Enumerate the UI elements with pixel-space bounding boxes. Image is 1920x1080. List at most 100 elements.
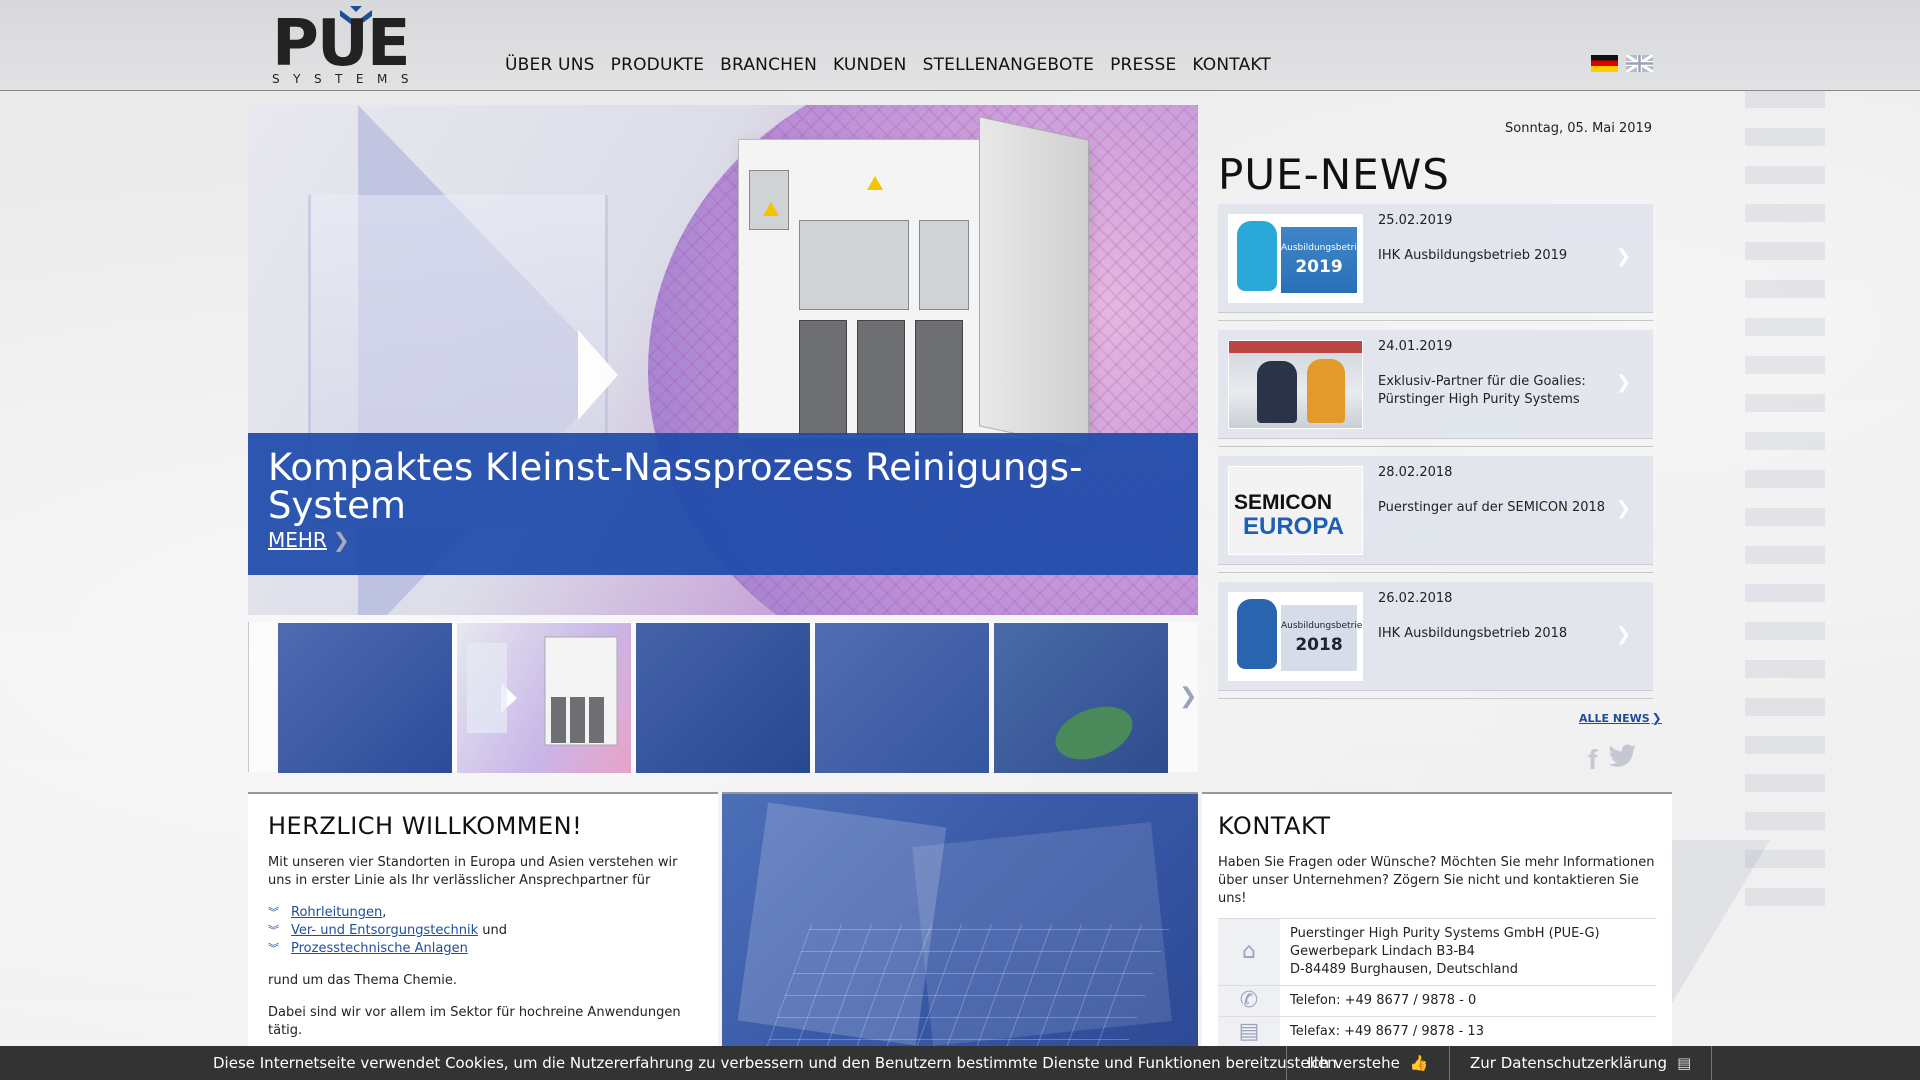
thumbnails-next-icon[interactable]: ❯: [1179, 684, 1197, 709]
background-stripes: [1745, 90, 1825, 910]
brochure-image: [722, 792, 1198, 1080]
phone-icon: ✆: [1218, 986, 1280, 1016]
news-item[interactable]: SEMICON EUROPA 28.02.2018 Puerstinger au…: [1218, 456, 1653, 573]
machine-cabinet-1: [799, 320, 847, 435]
social-links: f: [1588, 744, 1637, 777]
address-line-3: D-84489 Burghausen, Deutschland: [1290, 962, 1519, 977]
news-thumb-ihk-2019: Ausbildungsbetrieb 2019: [1228, 214, 1363, 303]
privacy-policy-label: Zur Datenschutzerklärung: [1470, 1054, 1668, 1072]
thumbnail-overlay: [278, 623, 452, 773]
thumbs-up-icon: [1237, 221, 1277, 291]
thumbnail-1[interactable]: [278, 623, 452, 773]
hero-more-link[interactable]: MEHR: [268, 528, 327, 552]
machine-window: [799, 220, 909, 310]
machine-window-right: [919, 220, 969, 310]
machine-cabinet-2: [857, 320, 905, 435]
thumbnail-overlay: [636, 623, 810, 773]
thumbs-up-icon: [1237, 599, 1277, 669]
nav-stellenangebote[interactable]: STELLENANGEBOTE: [923, 55, 1094, 75]
hero-machine-image: [738, 116, 1089, 450]
contact-title: KONTAKT: [1218, 812, 1331, 840]
welcome-intro: Mit unseren vier Standorten in Europa un…: [268, 855, 678, 888]
news-item[interactable]: Ausbildungsbetrieb 2019 25.02.2019 IHK Au…: [1218, 204, 1653, 321]
list-item: ︾ Ver- und Entsorgungstechnik und: [268, 922, 698, 940]
twitter-icon[interactable]: [1607, 744, 1637, 777]
contact-section: KONTAKT Haben Sie Fragen oder Wünsche? M…: [1202, 792, 1672, 1080]
news-date: 24.01.2019: [1378, 339, 1453, 354]
address-line-2: Gewerbepark Lindach B3-B4: [1290, 944, 1475, 959]
europa-logo-text: EUROPA: [1243, 513, 1344, 540]
news-date: 28.02.2018: [1378, 465, 1453, 480]
cookie-accept-label: Ich verstehe: [1307, 1054, 1400, 1072]
main-nav: ÜBER UNS PRODUKTE BRANCHEN KUNDEN STELLE…: [505, 55, 1287, 75]
semicon-logo-text: SEMICON: [1234, 491, 1333, 514]
cookie-banner: Diese Internetseite verwendet Cookies, u…: [0, 1046, 1920, 1080]
chevron-right-icon: ❯: [1615, 246, 1631, 267]
cookie-accept-button[interactable]: Ich verstehe 👍: [1286, 1046, 1449, 1080]
chevron-right-icon: ❯: [1615, 498, 1631, 519]
phone-number[interactable]: Telefon: +49 8677 / 9878 - 0: [1290, 992, 1656, 1010]
uk-flag-graphic: [1626, 55, 1653, 72]
thumbnail-3[interactable]: [636, 623, 810, 773]
de-flag-icon[interactable]: [1591, 55, 1618, 72]
contact-intro: Haben Sie Fragen oder Wünsche? Möchten S…: [1218, 855, 1655, 906]
link-suffix: und: [478, 923, 507, 938]
nav-uber-uns[interactable]: ÜBER UNS: [505, 55, 595, 75]
document-icon: ▤: [1677, 1054, 1692, 1072]
home-icon: ⌂: [1218, 919, 1280, 985]
welcome-para-2: rund um das Thema Chemie.: [268, 973, 458, 988]
thumbs-up-icon: 👍: [1409, 1054, 1429, 1072]
fax-icon: ▤: [1218, 1017, 1280, 1047]
news-text: IHK Ausbildungsbetrieb 2019: [1378, 248, 1568, 263]
news-text: Exklusiv-Partner für die Goalies: Pürsti…: [1378, 374, 1586, 407]
hero-arrow-shape: [578, 330, 618, 420]
fax-number: Telefax: +49 8677 / 9878 - 13: [1290, 1024, 1484, 1039]
rohrleitungen-link[interactable]: Rohrleitungen: [291, 905, 382, 920]
welcome-para-3: Dabei sind wir vor allem im Sektor für h…: [268, 1005, 681, 1038]
chevron-right-icon: ❯: [1615, 372, 1631, 393]
logo-text: PUE: [272, 7, 411, 81]
cookie-text: Diese Internetseite verwendet Cookies, u…: [213, 1054, 1342, 1072]
warning-sign-icon: [867, 176, 883, 190]
news-date: 26.02.2018: [1378, 591, 1453, 606]
twitter-bird-graphic: [1608, 744, 1637, 767]
welcome-section: HERZLICH WILLKOMMEN! Mit unseren vier St…: [248, 792, 718, 1080]
site-header: PUE SYSTEMS ÜBER UNS PRODUKTE BRANCHEN K…: [0, 0, 1920, 91]
nav-produkte[interactable]: PRODUKTE: [611, 55, 705, 75]
contact-phone: ✆ Telefon: +49 8677 / 9878 - 0: [1218, 985, 1656, 1016]
news-date: 25.02.2019: [1378, 213, 1453, 228]
hero-title: Kompaktes Kleinst-Nassprozess Reinigungs…: [268, 446, 1083, 527]
news-thumb-hockey: [1228, 340, 1363, 429]
anlagen-link[interactable]: Prozesstechnische Anlagen: [291, 941, 468, 956]
pue-bullet-icon: ︾: [268, 924, 279, 937]
facebook-icon[interactable]: f: [1588, 744, 1597, 777]
entsorgungstechnik-link[interactable]: Ver- und Entsorgungstechnik: [291, 923, 478, 938]
thumbnail-2-active[interactable]: [457, 623, 631, 773]
all-news-link[interactable]: ALLE NEWS ❯: [1579, 711, 1662, 725]
news-item[interactable]: 24.01.2019 Exklusiv-Partner für die Goal…: [1218, 330, 1653, 447]
nav-presse[interactable]: PRESSE: [1110, 55, 1176, 75]
privacy-policy-button[interactable]: Zur Datenschutzerklärung ▤: [1449, 1046, 1713, 1080]
contact-fax: ▤ Telefax: +49 8677 / 9878 - 13: [1218, 1016, 1656, 1047]
news-item[interactable]: Ausbildungsbetrieb 2018 26.02.2018 IHK Au…: [1218, 582, 1653, 699]
machine-side: [979, 116, 1089, 450]
ihk-badge: Ausbildungsbetrieb 2019: [1281, 227, 1362, 293]
hero-slider[interactable]: Kompaktes Kleinst-Nassprozess Reinigungs…: [248, 105, 1198, 615]
uk-flag-icon[interactable]: [1626, 55, 1653, 72]
thumbnail-4[interactable]: [815, 623, 989, 773]
chevron-right-icon: ❯: [1615, 624, 1631, 645]
nav-kontakt[interactable]: KONTAKT: [1192, 55, 1271, 75]
news-heading: PUE-NEWS: [1218, 150, 1450, 199]
pue-logo[interactable]: PUE SYSTEMS: [272, 6, 442, 86]
list-item: ︾ Rohrleitungen,: [268, 904, 698, 922]
thumbnail-5[interactable]: [994, 623, 1168, 773]
machine-control-panel: [749, 170, 789, 230]
nav-branchen[interactable]: BRANCHEN: [720, 55, 817, 75]
ihk-badge: Ausbildungsbetrieb 2018: [1281, 605, 1362, 671]
news-thumb-semicon: SEMICON EUROPA: [1228, 466, 1363, 555]
warning-sign-icon-small: [763, 202, 779, 216]
nav-kunden[interactable]: KUNDEN: [833, 55, 907, 75]
language-switcher: [1591, 55, 1653, 72]
ihk-badge-year: 2018: [1295, 635, 1343, 655]
news-text: IHK Ausbildungsbetrieb 2018: [1378, 626, 1568, 641]
